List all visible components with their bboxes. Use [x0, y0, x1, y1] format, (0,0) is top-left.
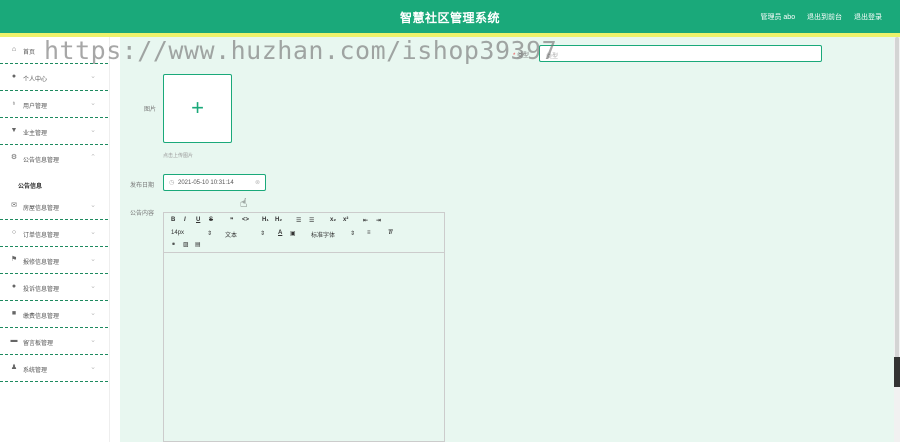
chevron-down-icon: ⌄ [90, 73, 96, 80]
image-label: 图片 [144, 107, 157, 113]
indent-right-icon[interactable]: ⇥ [376, 217, 381, 224]
font-family-select[interactable]: 标准字体 [311, 230, 335, 239]
sidebar-item-label: 业主管理 [23, 131, 48, 137]
date-label: 发布日期 [130, 183, 155, 189]
sidebar-item-label: 缴费信息管理 [23, 314, 60, 320]
circle-icon: ○ [11, 229, 17, 236]
image-upload-box[interactable]: + [163, 74, 232, 143]
quote-icon[interactable]: ❞ [230, 217, 234, 224]
chevron-down-icon: ⌄ [90, 100, 96, 107]
logout-link[interactable]: 退出登录 [854, 14, 882, 21]
strike-icon[interactable]: S [209, 217, 213, 223]
rich-text-editor[interactable]: B I U S ❞ <> H₁ H₂ ☰ ☰ x₂ x² ⇤ ⇥ 14px ⇕ … [163, 212, 445, 442]
sidebar-item-label: 公告信息管理 [23, 158, 60, 164]
chevron-down-icon: ⌄ [90, 310, 96, 317]
home-icon: ⌂ [11, 46, 17, 53]
user-icon: ● [11, 73, 17, 80]
content-label: 公告内容 [130, 211, 155, 217]
sidebar-item-messages[interactable]: ▬ 留言板管理 ⌄ [0, 328, 108, 355]
admin-user-link[interactable]: 管理员 abo [760, 14, 795, 21]
font-family-arrow-icon: ⇕ [350, 231, 356, 237]
sidebar-item-label: 首页 [23, 50, 36, 56]
image-icon[interactable]: ▨ [183, 241, 189, 248]
chevron-down-icon: ⌄ [90, 256, 96, 263]
paragraph-select[interactable]: 文本 [225, 230, 237, 239]
sidebar: ⌂ 首页 ● 个人中心 ⌄ ♁ 用户管理 ⌄ ▼ 业主管理 ⌄ ⚙ 公告信息管理… [0, 37, 110, 442]
sidebar-item-profile[interactable]: ● 个人中心 ⌄ [0, 64, 108, 91]
chevron-down-icon: ⌄ [90, 364, 96, 371]
header-links: 管理员 abo 退出到前台 退出登录 [750, 12, 882, 22]
sidebar-item-label: 投诉信息管理 [23, 287, 60, 293]
sidebar-item-label: 个人中心 [23, 77, 48, 83]
sidebar-item-label: 房屋信息管理 [23, 206, 60, 212]
back-to-frontend-link[interactable]: 退出到前台 [807, 14, 842, 21]
date-picker-input[interactable]: ◷ 2021-05-10 10:31:14 ⊗ [163, 174, 266, 191]
superscript-icon[interactable]: x² [343, 217, 348, 223]
align-icon[interactable]: ≡ [367, 230, 371, 236]
sidebar-item-housing[interactable]: ✉ 房屋信息管理 ⌄ [0, 193, 108, 220]
person-icon: ♟ [10, 364, 18, 371]
link-icon[interactable]: ⚭ [171, 241, 176, 248]
top-bar: 智慧社区管理系统 管理员 abo 退出到前台 退出登录 [0, 0, 900, 33]
flag-icon: ⚑ [10, 256, 18, 263]
sidebar-item-users[interactable]: ♁ 用户管理 ⌄ [0, 91, 108, 118]
chevron-down-icon: ⌄ [90, 202, 96, 209]
mail-icon: ✉ [11, 202, 17, 209]
sidebar-item-system[interactable]: ♟ 系统管理 ⌄ [0, 355, 108, 382]
sidebar-item-label: 留言板管理 [23, 341, 54, 347]
page-scrollbar[interactable] [894, 37, 900, 442]
sidebar-item-announcements[interactable]: ⚙ 公告信息管理 ⌃ [0, 145, 108, 172]
mic-icon: ♁ [11, 100, 17, 107]
sidebar-item-owners[interactable]: ▼ 业主管理 ⌄ [0, 118, 108, 145]
sidebar-item-complaints[interactable]: ● 投诉信息管理 ⌄ [0, 274, 108, 301]
upload-hint: 点击上传图片 [163, 153, 194, 159]
watermark: https://www.huzhan.com/ishop39397 [44, 36, 558, 65]
chevron-down-icon: ⌄ [90, 283, 96, 290]
indent-left-icon[interactable]: ⇤ [363, 217, 368, 224]
bag-icon: ■ [11, 310, 17, 317]
chevron-down-icon: ⌄ [90, 337, 96, 344]
pin-icon: ● [11, 283, 17, 290]
underline-icon[interactable]: U [196, 217, 200, 223]
type-input[interactable]: 类型 [539, 45, 822, 62]
bold-icon[interactable]: B [171, 217, 175, 223]
ordered-list-icon[interactable]: ☰ [296, 217, 301, 224]
clear-icon[interactable]: ⊗ [255, 179, 260, 186]
sidebar-item-label: 订单信息管理 [23, 233, 60, 239]
sidebar-item-label: 系统管理 [23, 368, 48, 374]
date-value: 2021-05-10 10:31:14 [178, 180, 234, 186]
font-size-select[interactable]: 14px [171, 230, 184, 236]
sidebar-item-orders[interactable]: ○ 订单信息管理 ⌄ [0, 220, 108, 247]
editor-toolbar: B I U S ❞ <> H₁ H₂ ☰ ☰ x₂ x² ⇤ ⇥ 14px ⇕ … [164, 213, 444, 253]
sidebar-item-repairs[interactable]: ⚑ 报修信息管理 ⌄ [0, 247, 108, 274]
gear-icon: ⚙ [10, 154, 18, 161]
paragraph-arrow-icon: ⇕ [260, 231, 266, 237]
scrollbar-thumb[interactable] [895, 37, 899, 377]
italic-icon[interactable]: I [184, 217, 186, 223]
sidebar-item-label: 用户管理 [23, 104, 48, 110]
chevron-down-icon: ⌄ [90, 127, 96, 134]
video-icon[interactable]: ▤ [195, 241, 201, 248]
hand-cursor-icon: ☝ [240, 196, 248, 210]
code-icon[interactable]: <> [242, 217, 249, 223]
plus-icon: + [191, 95, 204, 120]
sidebar-subitem-label: 公告信息 [18, 184, 43, 190]
scrollbar-marker [894, 357, 900, 387]
h1-icon[interactable]: H₁ [262, 217, 269, 223]
clear-format-icon[interactable]: T̸ [388, 230, 392, 236]
sidebar-item-payments[interactable]: ■ 缴费信息管理 ⌄ [0, 301, 108, 328]
sidebar-item-label: 报修信息管理 [23, 260, 60, 266]
background-color-icon[interactable]: ▣ [290, 230, 296, 237]
chevron-down-icon: ⌄ [90, 229, 96, 236]
font-color-icon[interactable]: A [278, 230, 282, 236]
shield-icon: ▼ [10, 127, 18, 134]
h2-icon[interactable]: H₂ [275, 217, 282, 223]
subscript-icon[interactable]: x₂ [330, 217, 336, 223]
monitor-icon: ▬ [10, 337, 18, 344]
chevron-up-icon: ⌃ [90, 154, 96, 161]
font-size-arrow-icon: ⇕ [207, 231, 213, 237]
bullet-list-icon[interactable]: ☰ [309, 217, 314, 224]
clock-icon: ◷ [169, 180, 175, 186]
